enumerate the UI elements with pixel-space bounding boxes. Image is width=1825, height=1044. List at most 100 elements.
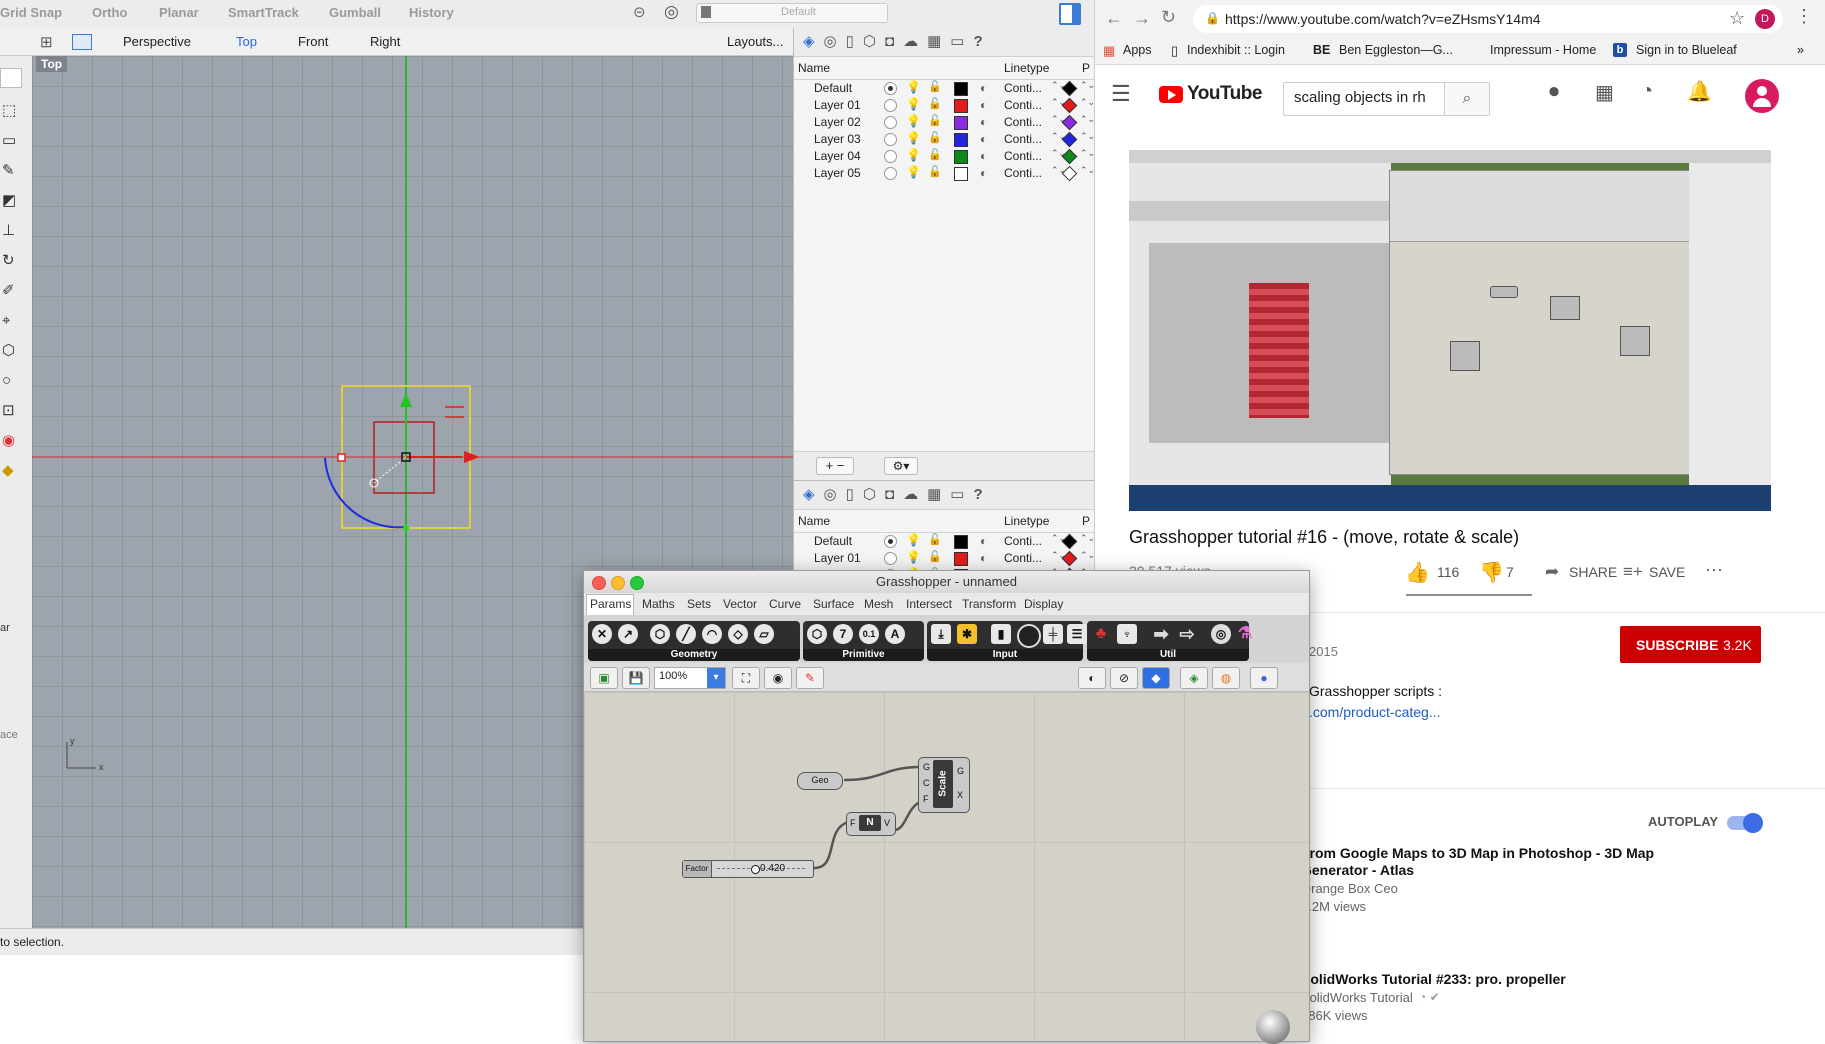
tab-mesh[interactable]: Mesh [864, 597, 893, 611]
grid-tab-icon[interactable]: ▦ [927, 32, 941, 50]
scale-input-c[interactable]: C [923, 778, 930, 788]
scale-component-node[interactable]: G C F Scale G X [918, 757, 970, 813]
tab-maths[interactable]: Maths [642, 597, 675, 611]
array-tool-icon[interactable]: ⊡ [2, 402, 20, 420]
print-stepper-icon[interactable]: ⌃⌄ [1080, 131, 1095, 142]
tab-right[interactable]: Right [370, 34, 400, 49]
curve-param-icon[interactable]: ↗ [618, 624, 638, 644]
command-input[interactable] [0, 68, 22, 88]
document-tab-icon[interactable]: ▯ [846, 485, 854, 503]
display-tab-icon[interactable]: ▭ [950, 32, 964, 50]
text-param-icon[interactable]: A [885, 624, 905, 644]
tab-sets[interactable]: Sets [687, 597, 711, 611]
document-tab-icon[interactable]: ▯ [846, 32, 854, 50]
slider-input-icon[interactable]: ╪ [1043, 624, 1063, 644]
layer-name[interactable]: Default [814, 534, 852, 548]
material-sphere-icon[interactable]: ◐ [980, 132, 987, 146]
layer-linetype[interactable]: Conti... [1004, 98, 1042, 112]
osnap-icon[interactable]: ◎ [664, 2, 679, 22]
tab-surface[interactable]: Surface [813, 597, 854, 611]
display-mode-select[interactable]: Default [696, 3, 888, 23]
gradient-input-icon[interactable]: ✱ [957, 624, 977, 644]
vector-component-node[interactable]: F N V [846, 812, 896, 836]
properties-tab-icon[interactable]: ◎ [824, 485, 837, 503]
create-video-icon[interactable]: ⏺ [1549, 81, 1559, 104]
recommended-title[interactable]: From Google Maps to 3D Map in Photoshop … [1301, 845, 1721, 879]
search-input[interactable]: scaling objects in rh ⌕ [1283, 82, 1490, 116]
help-icon[interactable]: ? [973, 486, 982, 503]
layer-linetype[interactable]: Conti... [1004, 149, 1042, 163]
share-button[interactable]: SHARE [1569, 564, 1617, 580]
vector-output-v[interactable]: V [884, 818, 890, 828]
single-view-icon[interactable] [72, 34, 92, 50]
lightbulb-icon[interactable]: 💡 [906, 165, 921, 179]
tab-perspective[interactable]: Perspective [123, 34, 191, 49]
lock-icon[interactable]: 🔓 [928, 148, 942, 161]
boolean-param-icon[interactable]: ⬡ [807, 624, 827, 644]
object-tab-icon[interactable]: ⬡ [863, 485, 876, 503]
more-actions-icon[interactable]: ⋯ [1705, 560, 1723, 581]
subscribe-button[interactable]: SUBSCRIBE 3.2K [1620, 626, 1761, 663]
current-layer-radio[interactable] [884, 535, 897, 548]
gumball-toggle[interactable]: Gumball [329, 5, 381, 20]
solid-tool-icon[interactable]: ⊥ [2, 222, 20, 240]
layer-row[interactable]: Layer 03 💡 🔓 ◐ Conti... ⌃⌄ ⌃⌄ [794, 131, 1095, 148]
bookmark-indexhibit[interactable]: Indexhibit :: Login [1187, 43, 1285, 57]
sphere-tool-icon[interactable]: ○ [2, 372, 20, 390]
ortho-toggle[interactable]: Ortho [92, 5, 127, 20]
lightbulb-icon[interactable]: 💡 [906, 97, 921, 111]
select-tool-icon[interactable]: ⬚ [2, 102, 20, 120]
preview-selected-icon[interactable]: ◆ [1142, 667, 1170, 689]
description-link[interactable]: .com/product-categ... [1309, 704, 1441, 720]
like-icon[interactable]: 👍 [1405, 560, 1430, 585]
planar-toggle[interactable]: Planar [159, 5, 199, 20]
layer-row[interactable]: Layer 01 💡 🔓 ◐ Conti... ⌃⌄ ⌃⌄ [794, 550, 1095, 567]
lightbulb-icon[interactable]: 💡 [906, 533, 921, 547]
layer-row[interactable]: Layer 01 💡 🔓 ◐ Conti... ⌃⌄ ⌃⌄ [794, 97, 1095, 114]
notifications-bell-icon[interactable]: 🔔 [1687, 79, 1712, 104]
tab-transform[interactable]: Transform [962, 597, 1016, 611]
current-layer-radio[interactable] [884, 150, 897, 163]
layer-color-swatch[interactable] [954, 552, 968, 566]
menu-kebab-icon[interactable]: ⋮ [1795, 6, 1813, 27]
layer-color-swatch[interactable] [954, 535, 968, 549]
layer-color-swatch[interactable] [954, 133, 968, 147]
print-stepper-icon[interactable]: ⌃⌄ [1080, 148, 1095, 159]
scale-output-g[interactable]: G [957, 766, 964, 776]
layer-linetype[interactable]: Conti... [1004, 534, 1042, 548]
lock-icon[interactable]: 🔓 [928, 533, 942, 546]
layer-linetype[interactable]: Conti... [1004, 115, 1042, 129]
recommended-title-2[interactable]: SolidWorks Tutorial #233: pro. propeller [1301, 971, 1721, 987]
layer-color-swatch[interactable] [954, 82, 968, 96]
material-sphere-icon[interactable]: ◐ [980, 551, 987, 565]
dislike-icon[interactable]: 👎 [1479, 560, 1504, 585]
layer-name[interactable]: Layer 03 [814, 132, 861, 146]
material-sphere-icon[interactable]: ◐ [980, 115, 987, 129]
url-field[interactable]: 🔒 https://www.youtube.com/watch?v=eZHsms… [1193, 5, 1783, 33]
layer-color-swatch[interactable] [954, 167, 968, 181]
scale-input-f[interactable]: F [923, 794, 929, 804]
data-dam-icon[interactable]: ➡ [1151, 624, 1171, 644]
account-avatar-icon[interactable] [1745, 79, 1779, 113]
scale-output-x[interactable]: X [957, 790, 963, 800]
layer-name[interactable]: Layer 01 [814, 98, 861, 112]
layers-tab-icon[interactable]: ◈ [803, 485, 815, 503]
arc-param-icon[interactable]: ◠ [702, 624, 722, 644]
cluster-icon[interactable]: ◎ [1211, 624, 1231, 644]
list-input-icon[interactable]: ☰ [1067, 624, 1087, 644]
material-sphere-icon[interactable]: ◐ [980, 534, 987, 548]
factor-number-slider[interactable]: Factor 0.420 [682, 860, 814, 878]
current-layer-radio[interactable] [884, 82, 897, 95]
scale-input-g[interactable]: G [923, 762, 930, 772]
solver-icon[interactable]: ● [1250, 667, 1278, 689]
print-stepper-icon[interactable]: ⌃⌄ [1080, 114, 1095, 125]
lock-icon[interactable]: 🔓 [928, 131, 942, 144]
surface-tool-icon[interactable]: ◩ [2, 192, 20, 210]
apps-icon[interactable]: ▦ [1595, 80, 1614, 105]
layer-name[interactable]: Layer 04 [814, 149, 861, 163]
material-sphere-icon[interactable]: ◐ [980, 81, 987, 95]
layer-name[interactable]: Default [814, 81, 852, 95]
color-wheel-icon[interactable]: ◉ [2, 432, 20, 450]
current-layer-radio[interactable] [884, 133, 897, 146]
preview-eye-icon[interactable]: ◉ [764, 667, 792, 689]
